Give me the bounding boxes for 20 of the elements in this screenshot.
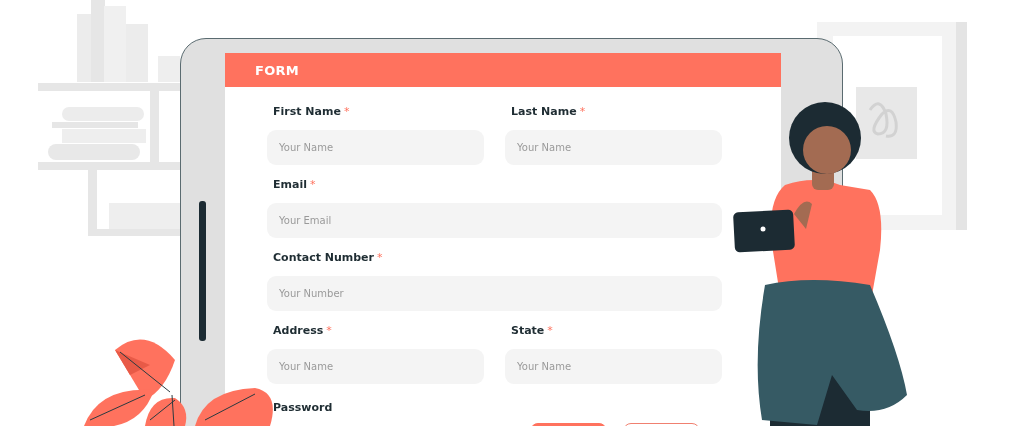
required-mark: * (309, 178, 316, 191)
field-label: Contact Number (273, 251, 374, 264)
input-field[interactable]: Your Email (267, 203, 722, 238)
required-mark: * (547, 324, 553, 337)
input-field[interactable]: Your Name (267, 349, 484, 384)
field-label: First Name (273, 105, 341, 118)
form-title: FORM (255, 62, 300, 78)
input-field[interactable]: Your Name (267, 130, 484, 165)
field-label: Email (273, 178, 307, 191)
required-mark: * (377, 251, 383, 264)
field-label: Address (273, 324, 324, 337)
required-mark: * (579, 105, 586, 118)
required-mark: * (326, 324, 332, 337)
input-field[interactable]: Your Name (505, 349, 722, 384)
field-label: Password (273, 401, 333, 414)
input-field[interactable]: Your Name (505, 130, 722, 165)
field-label: State (511, 324, 545, 337)
field-label: Last Name (511, 105, 577, 118)
required-mark: * (343, 105, 350, 118)
input-field[interactable]: Your Number (267, 276, 722, 311)
